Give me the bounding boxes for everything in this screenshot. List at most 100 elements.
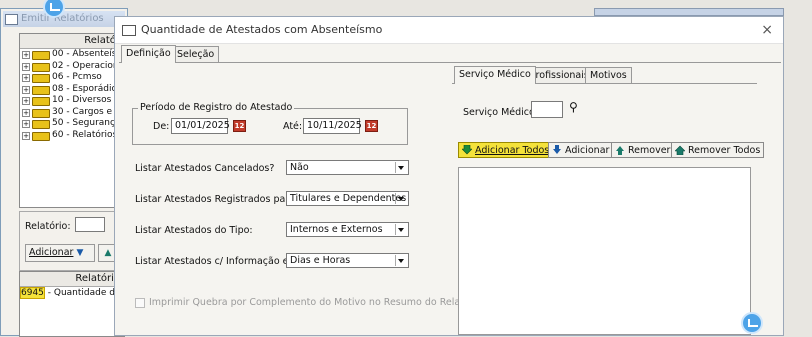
window-icon (5, 14, 18, 25)
tree-list: +00 - Absenteís +02 - Operacion +06 - Pcms… (20, 49, 124, 141)
remove-label: Remover (628, 145, 671, 156)
tree-item[interactable]: +00 - Absenteís (20, 49, 124, 61)
remove-button[interactable]: Remover (611, 142, 675, 158)
tree-item-label: 10 - Diversos (52, 95, 112, 105)
adicionar-button[interactable]: Adicionar ▼ (25, 244, 95, 262)
tree-item[interactable]: +30 - Cargos e S (20, 107, 124, 119)
chevron-down-icon[interactable] (395, 255, 407, 266)
expand-icon[interactable]: + (22, 74, 30, 82)
report-filter-panel: Relatório: ⚲ Adicionar ▼ ▲ (19, 211, 125, 271)
folder-icon (32, 108, 50, 118)
tab-definicao[interactable]: Definição (121, 45, 176, 63)
report-dialog: Quantidade de Atestados com Absenteísmo … (114, 16, 784, 336)
chevron-down-icon[interactable] (395, 162, 407, 173)
dialog-titlebar: Quantidade de Atestados com Absenteísmo … (115, 17, 783, 44)
tipo-select[interactable]: Internos e Externos (286, 222, 409, 237)
expand-icon[interactable]: + (22, 62, 30, 71)
background-window: Emitir Relatórios Relatór +00 - Absenteí… (0, 8, 130, 337)
window-icon (122, 25, 136, 36)
servico-medico-list[interactable] (458, 167, 751, 335)
tree-item[interactable]: +50 - Segurança (20, 118, 124, 130)
folder-icon (32, 120, 50, 129)
tree-item-label: 50 - Segurança (52, 118, 121, 128)
ate-date-input[interactable]: 10/11/2025 (303, 118, 362, 134)
tree-item[interactable]: +10 - Diversos (20, 95, 124, 107)
report-code: 6945 (20, 287, 45, 299)
relatorio-input[interactable] (75, 217, 105, 232)
tree-item[interactable]: +06 - Pcmso (20, 72, 124, 84)
calendar-icon[interactable]: 12 (233, 120, 246, 132)
arrow-up-icon: ▲ (104, 248, 112, 258)
de-date-input[interactable]: 01/01/2025 (171, 118, 230, 134)
de-label: De: (153, 121, 170, 132)
servico-medico-input[interactable] (531, 101, 563, 118)
tree-item-label: 00 - Absenteís (52, 49, 117, 59)
tipo-value: Internos e Externos (290, 224, 383, 235)
expand-icon[interactable]: + (22, 108, 30, 117)
add-all-button[interactable]: Adicionar Todos (458, 142, 554, 158)
arrow-up-icon (615, 145, 625, 155)
informacao-select[interactable]: Dias e Horas (286, 253, 409, 268)
servico-medico-label: Serviço Médico: (463, 107, 539, 118)
registrados-label: Listar Atestados Registrados para: (135, 194, 299, 205)
remove-all-label: Remover Todos (688, 145, 761, 156)
report-tree[interactable]: Relatór +00 - Absenteís +02 - Operacion +0… (19, 33, 125, 208)
tree-header: Relatór (20, 34, 124, 49)
expand-icon[interactable]: + (22, 85, 30, 94)
calendar-icon[interactable]: 12 (365, 120, 378, 132)
add-all-label: Adicionar Todos (475, 145, 550, 156)
selected-reports-header: Relatório (20, 272, 124, 287)
registrados-value: Titulares e Dependentes (290, 193, 407, 204)
chevron-down-icon[interactable] (395, 224, 407, 235)
tree-item[interactable]: +08 - Esporádic (20, 84, 124, 96)
selected-reports-list[interactable]: Relatório 6945 - Quantidade de A (19, 271, 130, 337)
quebra-checkbox[interactable] (135, 298, 145, 308)
selected-report-row[interactable]: 6945 - Quantidade de A (20, 287, 130, 299)
expand-icon[interactable]: + (22, 120, 30, 128)
tree-item-label: 06 - Pcmso (52, 72, 102, 82)
expand-icon[interactable]: + (22, 97, 30, 105)
arrow-down-icon: ▼ (76, 248, 84, 258)
tree-item[interactable]: +02 - Operacion (20, 61, 124, 73)
quebra-checkbox-label: Imprimir Quebra por Complemento do Motiv… (149, 297, 483, 308)
periodo-legend: Período de Registro do Atestado (138, 102, 295, 113)
tipo-label: Listar Atestados do Tipo: (135, 225, 253, 236)
folder-icon (32, 62, 50, 72)
informacao-label: Listar Atestados c/ Informação em: (135, 256, 301, 267)
cancelados-value: Não (290, 162, 309, 173)
double-arrow-up-icon (674, 145, 686, 156)
tree-item[interactable]: +60 - Relatórios (20, 130, 124, 142)
informacao-value: Dias e Horas (290, 255, 351, 266)
folder-icon (32, 74, 50, 83)
add-button[interactable]: Adicionar (548, 142, 614, 158)
tree-item-label: 08 - Esporádic (52, 83, 117, 94)
enter-badge-icon (741, 312, 763, 334)
folder-icon (32, 97, 50, 106)
double-arrow-down-icon (461, 144, 473, 155)
cancelados-select[interactable]: Não (286, 160, 409, 175)
arrow-down-icon (552, 145, 562, 155)
expand-icon[interactable]: + (22, 131, 30, 140)
dialog-title: Quantidade de Atestados com Absenteísmo (141, 23, 383, 36)
tree-item-label: 60 - Relatórios (52, 129, 118, 140)
adicionar-button-label: Adicionar (29, 247, 74, 258)
search-icon[interactable]: ⚲ (569, 100, 578, 114)
chevron-down-icon[interactable] (395, 193, 407, 204)
folder-icon (32, 51, 50, 60)
cancelados-label: Listar Atestados Cancelados? (135, 163, 275, 174)
close-button[interactable]: × (761, 17, 773, 43)
folder-icon (32, 131, 50, 141)
remove-all-button[interactable]: Remover Todos (671, 142, 765, 158)
tab-motivos[interactable]: Motivos (585, 67, 632, 84)
tab-selecao[interactable]: Seleção (172, 46, 220, 63)
registrados-select[interactable]: Titulares e Dependentes (286, 191, 409, 206)
folder-icon (32, 85, 50, 95)
add-label: Adicionar (565, 145, 610, 156)
ate-label: Até: (283, 121, 303, 132)
tab-divider (119, 62, 781, 63)
bg-window-title: Emitir Relatórios (21, 13, 104, 24)
background-titlebar-strip (594, 8, 784, 16)
tab-servico-medico[interactable]: Serviço Médico (454, 66, 536, 84)
tree-item-label: 02 - Operacion (52, 60, 119, 71)
expand-icon[interactable]: + (22, 51, 30, 59)
